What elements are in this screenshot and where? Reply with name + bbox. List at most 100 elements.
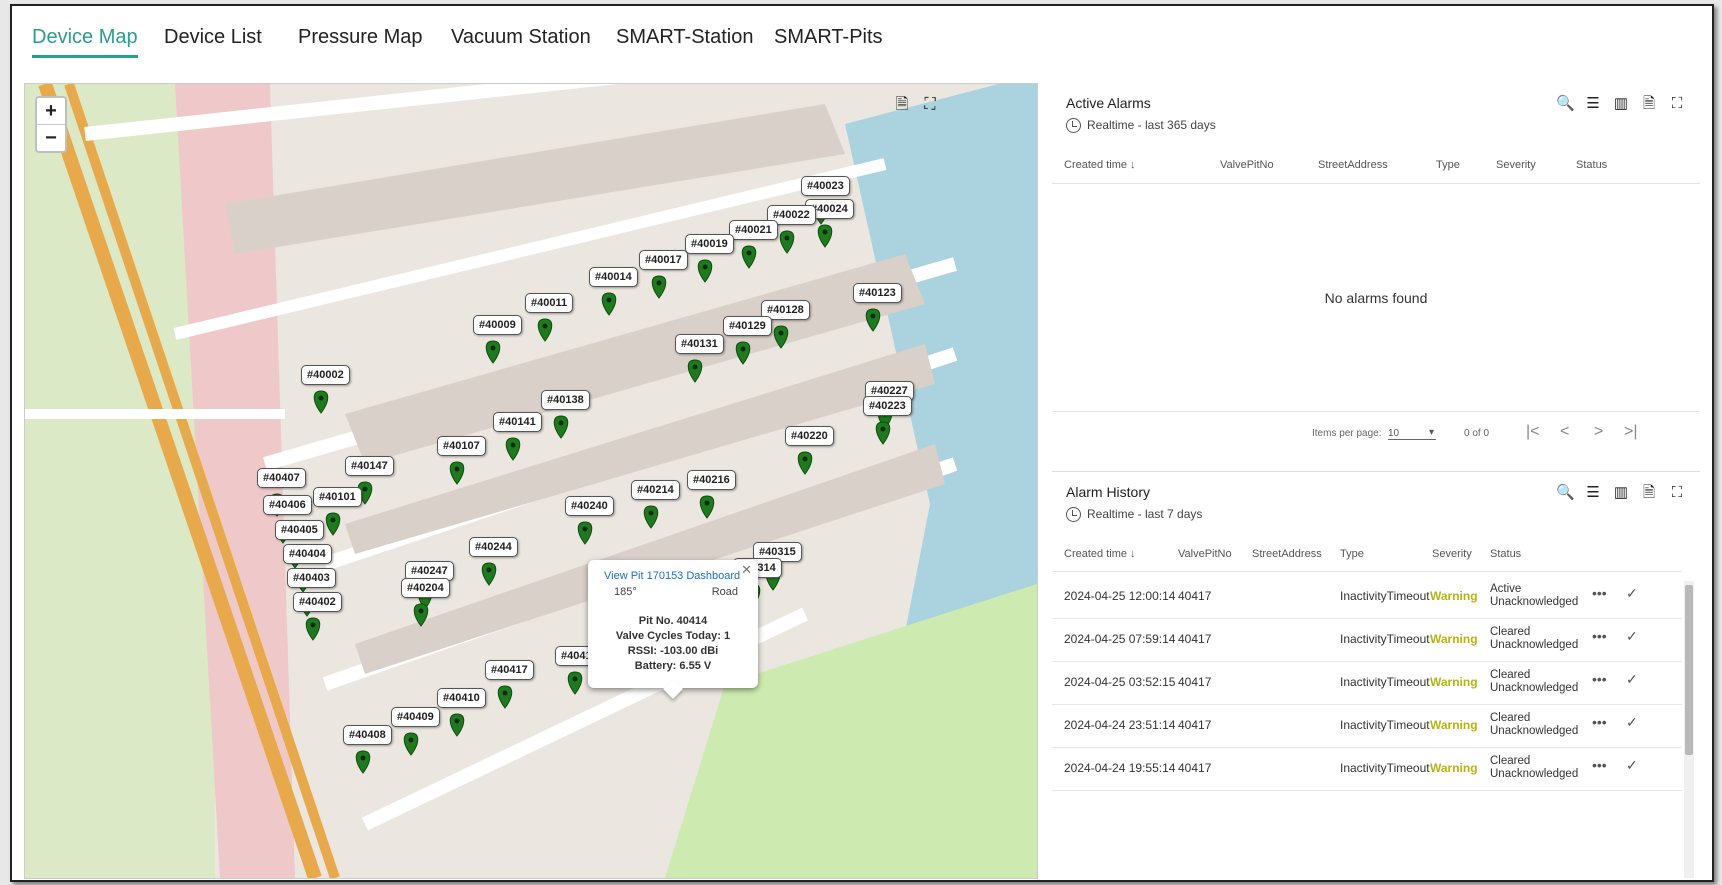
fullscreen-icon[interactable]: ⛶ — [1668, 484, 1686, 501]
device-pin-icon[interactable] — [537, 318, 553, 342]
device-pin-icon[interactable] — [449, 713, 465, 737]
filter-icon[interactable]: ☰ — [1584, 94, 1602, 112]
device-pin-icon[interactable] — [875, 421, 891, 445]
table-row[interactable]: 2024-04-24 19:55:14 40417 InactivityTime… — [1052, 747, 1682, 791]
device-marker-label[interactable]: #40014 — [589, 267, 638, 287]
device-pin-icon[interactable] — [779, 230, 795, 254]
device-pin-icon[interactable] — [485, 340, 501, 364]
device-marker-label[interactable]: #40123 — [853, 283, 902, 303]
device-marker-label[interactable]: #40223 — [863, 396, 912, 416]
col-status[interactable]: Status — [1490, 548, 1521, 560]
acknowledge-icon[interactable]: ✓ — [1626, 671, 1638, 688]
device-marker-label[interactable]: #40402 — [293, 592, 342, 612]
fullscreen-icon[interactable]: ⛶ — [919, 94, 941, 116]
device-marker-label[interactable]: #40214 — [631, 480, 680, 500]
device-pin-icon[interactable] — [325, 512, 341, 536]
col-streetaddress[interactable]: StreetAddress — [1252, 548, 1322, 560]
device-pin-icon[interactable] — [403, 732, 419, 756]
device-marker-label[interactable]: #40220 — [785, 426, 834, 446]
search-icon[interactable]: 🔍 — [1556, 94, 1575, 112]
tab-device-map[interactable]: Device Map — [32, 26, 138, 58]
device-marker-label[interactable]: #40019 — [685, 234, 734, 254]
col-severity[interactable]: Severity — [1496, 159, 1536, 171]
export-icon[interactable]: 🗎 — [1640, 93, 1658, 118]
more-icon[interactable]: ••• — [1592, 628, 1607, 644]
col-valvepitno[interactable]: ValvePitNo — [1178, 548, 1232, 560]
device-marker-label[interactable]: #40147 — [345, 456, 394, 476]
more-icon[interactable]: ••• — [1592, 671, 1607, 687]
col-type[interactable]: Type — [1340, 548, 1364, 560]
device-marker-label[interactable]: #40129 — [723, 316, 772, 336]
history-scrollbar[interactable] — [1684, 581, 1694, 878]
search-icon[interactable]: 🔍 — [1556, 483, 1575, 501]
tab-vacuum-station[interactable]: Vacuum Station — [451, 26, 591, 55]
device-marker-label[interactable]: #40409 — [391, 707, 440, 727]
device-map[interactable]: + − 🗎 ⛶ #40023 #40024 #40022 #40021 #40019 #4… — [24, 83, 1038, 879]
device-pin-icon[interactable] — [355, 750, 371, 774]
device-pin-icon[interactable] — [643, 505, 659, 529]
device-pin-icon[interactable] — [313, 390, 329, 414]
device-marker-label[interactable]: #40021 — [729, 220, 778, 240]
columns-icon[interactable]: ▥ — [1612, 483, 1630, 501]
items-per-page-select[interactable]: 10 — [1388, 427, 1436, 440]
table-row[interactable]: 2024-04-25 03:52:15 40417 InactivityTime… — [1052, 661, 1682, 705]
filter-icon[interactable]: ☰ — [1584, 483, 1602, 501]
device-pin-icon[interactable] — [697, 259, 713, 283]
scrollbar-thumb[interactable] — [1685, 585, 1693, 755]
table-row[interactable]: 2024-04-25 07:59:14 40417 InactivityTime… — [1052, 618, 1682, 662]
device-marker-label[interactable]: #40017 — [639, 250, 688, 270]
device-pin-icon[interactable] — [481, 562, 497, 586]
device-marker-label[interactable]: #40131 — [675, 334, 724, 354]
device-pin-icon[interactable] — [741, 245, 757, 269]
device-pin-icon[interactable] — [577, 521, 593, 545]
device-marker-label[interactable]: #40403 — [287, 568, 336, 588]
device-marker-label[interactable]: #40406 — [263, 495, 312, 515]
device-pin-icon[interactable] — [735, 341, 751, 365]
device-marker-label[interactable]: #40240 — [565, 496, 614, 516]
device-marker-label[interactable]: #40009 — [473, 315, 522, 335]
col-type[interactable]: Type — [1436, 159, 1460, 171]
device-marker-label[interactable]: #40107 — [437, 436, 486, 456]
col-created-time[interactable]: Created time ↓ — [1064, 548, 1136, 560]
device-marker-label[interactable]: #40023 — [801, 176, 850, 196]
device-marker-label[interactable]: #40138 — [541, 390, 590, 410]
col-created-time[interactable]: Created time ↓ — [1064, 159, 1136, 171]
device-pin-icon[interactable] — [505, 437, 521, 461]
device-marker-label[interactable]: #40141 — [493, 412, 542, 432]
device-pin-icon[interactable] — [865, 308, 881, 332]
columns-icon[interactable]: ▥ — [1612, 94, 1630, 112]
acknowledge-icon[interactable]: ✓ — [1626, 585, 1638, 602]
acknowledge-icon[interactable]: ✓ — [1626, 714, 1638, 731]
device-marker-label[interactable]: #40410 — [437, 688, 486, 708]
device-marker-label[interactable]: #40404 — [283, 544, 332, 564]
tab-pressure-map[interactable]: Pressure Map — [298, 26, 423, 55]
next-page-icon[interactable]: > — [1594, 423, 1603, 441]
device-pin-icon[interactable] — [553, 415, 569, 439]
device-marker-label[interactable]: #40405 — [275, 520, 324, 540]
device-pin-icon[interactable] — [305, 617, 321, 641]
more-icon[interactable]: ••• — [1592, 585, 1607, 601]
view-dashboard-link[interactable]: View Pit 170153 Dashboard — [604, 570, 740, 582]
device-pin-icon[interactable] — [699, 495, 715, 519]
acknowledge-icon[interactable]: ✓ — [1626, 628, 1638, 645]
device-pin-icon[interactable] — [497, 685, 513, 709]
last-page-icon[interactable]: >| — [1624, 423, 1638, 441]
device-marker-label[interactable]: #40407 — [257, 468, 306, 488]
col-status[interactable]: Status — [1576, 159, 1607, 171]
device-marker-label[interactable]: #40216 — [687, 470, 736, 490]
device-marker-label[interactable]: #40002 — [301, 365, 350, 385]
col-streetaddress[interactable]: StreetAddress — [1318, 159, 1388, 171]
device-pin-icon[interactable] — [651, 275, 667, 299]
export-icon[interactable]: 🗎 — [1640, 482, 1658, 507]
table-row[interactable]: 2024-04-24 23:51:14 40417 InactivityTime… — [1052, 704, 1682, 748]
export-icon[interactable]: 🗎 — [891, 94, 913, 116]
acknowledge-icon[interactable]: ✓ — [1626, 757, 1638, 774]
device-pin-icon[interactable] — [797, 451, 813, 475]
device-pin-icon[interactable] — [449, 461, 465, 485]
prev-page-icon[interactable]: < — [1560, 423, 1569, 441]
col-valvepitno[interactable]: ValvePitNo — [1220, 159, 1274, 171]
device-pin-icon[interactable] — [601, 292, 617, 316]
device-marker-label[interactable]: #40417 — [485, 660, 534, 680]
tab-smart-pits[interactable]: SMART-Pits — [774, 26, 883, 55]
device-pin-icon[interactable] — [817, 224, 833, 248]
